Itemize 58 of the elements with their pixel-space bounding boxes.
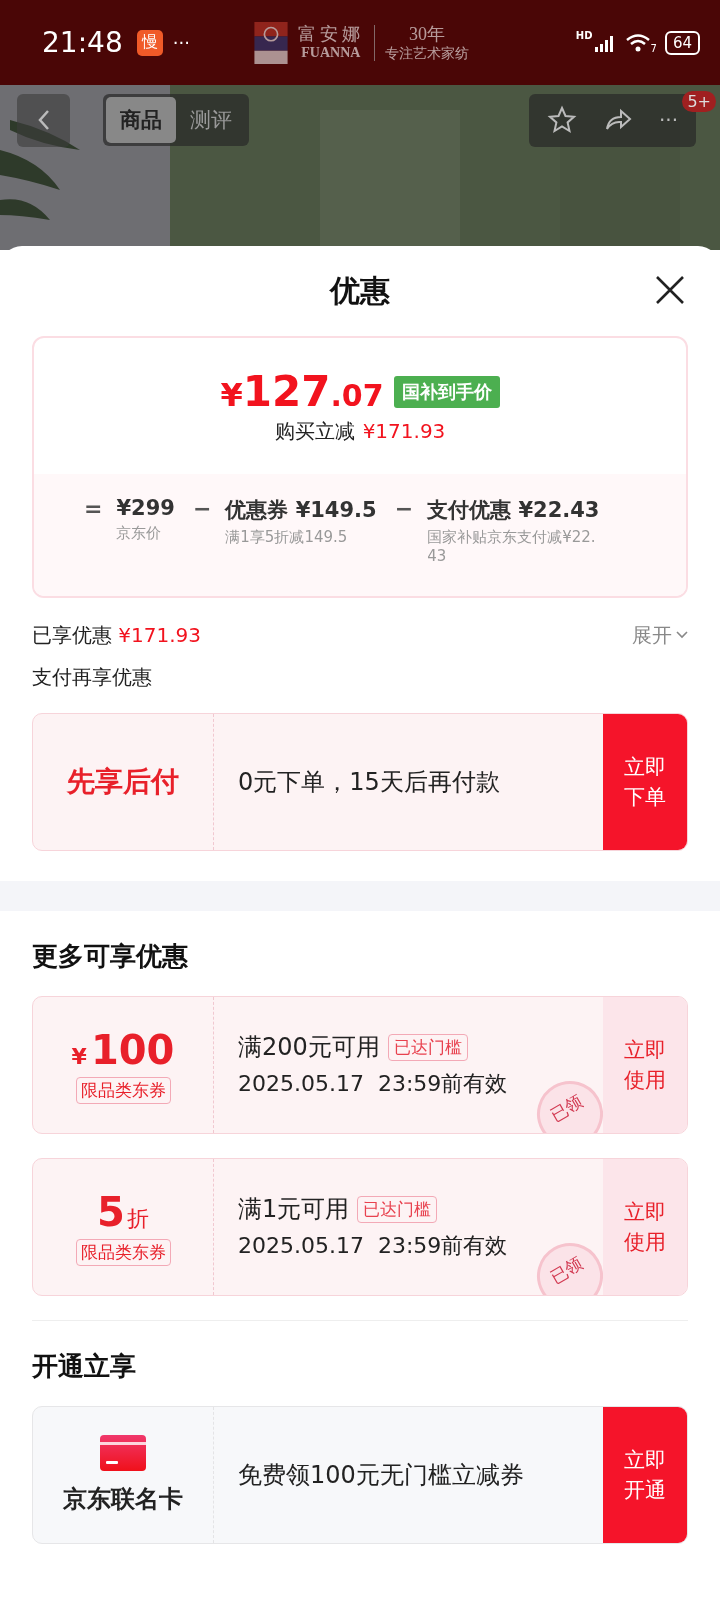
brand-years: 30年 bbox=[408, 24, 445, 45]
threshold-tag: 已达门槛 bbox=[357, 1195, 438, 1223]
coupon-type-tag: 限品类东券 bbox=[75, 1238, 171, 1266]
coupon-validity: 2025.05.17 23:59前有效 bbox=[238, 1232, 508, 1260]
breakdown-amount: 支付优惠 ¥22.43 bbox=[427, 497, 600, 524]
back-icon[interactable] bbox=[36, 109, 51, 131]
operator-sign: − bbox=[394, 496, 414, 523]
network-type: HD bbox=[575, 30, 593, 41]
operator-sign: − bbox=[192, 496, 212, 523]
chevron-down-icon bbox=[676, 631, 688, 639]
threshold-tag: 已达门槛 bbox=[387, 1033, 468, 1061]
coupon-condition: 满1元可用 bbox=[238, 1194, 350, 1225]
coupon-validity: 2025.05.17 23:59前有效 bbox=[238, 1070, 508, 1098]
more-button[interactable]: ··· bbox=[658, 108, 678, 132]
sheet-title: 优惠 bbox=[330, 271, 390, 310]
coupon-condition: 满200元可用 bbox=[238, 1032, 380, 1063]
nav-tab[interactable]: 商品 bbox=[106, 97, 176, 143]
saving-amount: ¥171.93 bbox=[362, 419, 446, 443]
more-notifications: ··· bbox=[172, 32, 190, 53]
enjoyed-discount-label: 已享优惠 ¥171.93 bbox=[32, 621, 202, 649]
breakdown-note: 国家补贴京东支付减¥22.43 bbox=[427, 528, 597, 565]
close-icon[interactable] bbox=[654, 274, 686, 306]
credit-card-icon bbox=[100, 1435, 146, 1471]
brand-name: 富安娜 bbox=[297, 24, 364, 45]
brand-logo-icon bbox=[253, 21, 288, 64]
coupon-value: 5 折 bbox=[97, 1188, 149, 1235]
breakdown-note: 满1享5折减149.5 bbox=[225, 528, 349, 547]
saving-label: 购买立减 bbox=[274, 419, 355, 443]
wifi-label: 7 bbox=[650, 43, 657, 54]
section-heading: 支付再享优惠 bbox=[32, 664, 153, 691]
wifi-icon bbox=[624, 32, 651, 53]
price-tag: 国补到手价 bbox=[393, 375, 500, 408]
card-name: 京东联名卡 bbox=[63, 1484, 183, 1515]
card-offer-description: 免费领100元无门槛立减券 bbox=[238, 1460, 524, 1491]
section-heading: 开通立享 bbox=[32, 1350, 137, 1383]
nav-tab[interactable]: 测评 bbox=[176, 97, 246, 143]
use-now-button[interactable]: 立即使用 bbox=[603, 1159, 687, 1295]
pay-later-name: 先享后付 bbox=[67, 764, 179, 800]
status-time: 21:48 bbox=[42, 26, 123, 59]
final-price: ¥127.07 bbox=[220, 367, 384, 416]
breakdown-amount: ¥299 bbox=[116, 496, 175, 520]
operator-sign: = bbox=[84, 496, 103, 523]
pay-later-description: 0元下单，15天后再付款 bbox=[238, 767, 500, 798]
coupon-value: ¥100 bbox=[71, 1026, 175, 1073]
breakdown-amount: 优惠券 ¥149.5 bbox=[225, 497, 377, 524]
back-button[interactable] bbox=[17, 93, 70, 147]
brand-name-english: FUANNA bbox=[301, 44, 361, 61]
open-now-button[interactable]: 立即开通 bbox=[603, 1407, 687, 1543]
favorite-star-icon[interactable] bbox=[546, 105, 577, 135]
section-heading: 更多可享优惠 bbox=[32, 940, 189, 973]
use-now-button[interactable]: 立即使用 bbox=[603, 997, 687, 1133]
coupon-type-tag: 限品类东券 bbox=[75, 1076, 171, 1104]
brand-slogan: 专注艺术家纺 bbox=[384, 44, 469, 61]
battery-indicator: 64 bbox=[664, 30, 700, 55]
expand-link[interactable]: 展开 bbox=[632, 621, 688, 649]
app-notification-icon: 慢 bbox=[136, 29, 163, 56]
order-now-button[interactable]: 立即下单 bbox=[603, 714, 687, 850]
breakdown-note: 京东价 bbox=[116, 524, 163, 543]
